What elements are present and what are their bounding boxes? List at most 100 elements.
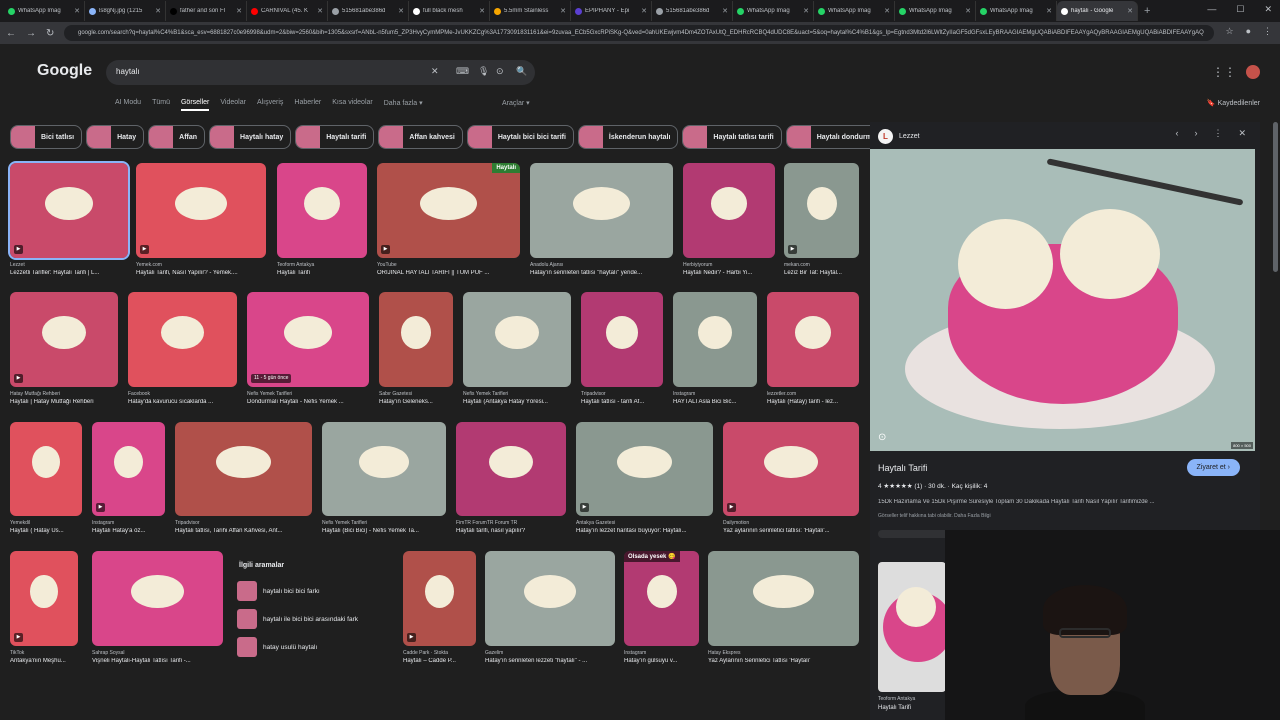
filter-tab[interactable]: Videolar <box>220 99 246 111</box>
result-title[interactable]: Hatay'ın gülsuyu v... <box>624 658 699 664</box>
image-result[interactable]: Instagram HAYTALI Asla Bici Bic... <box>673 292 757 415</box>
result-title[interactable]: Haytalı | Hatay Mutfağı Rehberi <box>10 399 118 405</box>
browser-tab[interactable]: WhatsApp Imag ✕ <box>814 1 895 21</box>
image-result[interactable]: Sabır Gazetesi Hatay'ın Geleneks... <box>379 292 453 415</box>
chip[interactable]: Affan kahvesi <box>378 125 463 149</box>
result-thumbnail[interactable]: 11 - 5 gün önce <box>247 292 369 387</box>
minimize-icon[interactable]: — <box>1207 4 1216 15</box>
tab-close-icon[interactable]: ✕ <box>965 7 971 15</box>
result-thumbnail[interactable] <box>581 292 663 387</box>
result-title[interactable]: Hatay'ın serinleten lezzeti "haytalı" - … <box>485 658 615 664</box>
result-title[interactable]: Haytalı Tarifi, Nasıl Yapılır? - Yemek..… <box>136 270 266 276</box>
saved-link[interactable]: 🔖 Kaydedilenler <box>1207 99 1260 107</box>
clear-icon[interactable]: ✕ <box>431 66 439 77</box>
panel-source[interactable]: L Lezzet <box>878 129 920 144</box>
bookmark-star-icon[interactable]: ☆ <box>1225 26 1233 37</box>
image-result[interactable]: FimTR ForumTR Forum TR Haytalı tarifi, na… <box>456 422 566 544</box>
result-title[interactable]: Lezzetli Tarifler: Haytalı Tarifi | L... <box>10 270 128 276</box>
image-result[interactable]: ▶ Antakya Gazetesi Hatay'ın lezzet haritas… <box>576 422 713 544</box>
result-title[interactable]: Yaz Aylarının Serinletici Tatlısı 'Hayta… <box>708 658 859 664</box>
image-result[interactable]: Herbiyiyorum Haytalı Nedir? - Harbi Yi... <box>683 163 775 286</box>
result-title[interactable]: Hatay'da kavurucu sıcaklarda ... <box>128 399 237 405</box>
image-result[interactable]: Olsada yesek 😋 Instagram Hatay'ın gülsuyu … <box>624 551 699 674</box>
filter-tab[interactable]: Tümü <box>152 99 170 111</box>
result-thumbnail[interactable]: Haytalı ▶ <box>377 163 520 258</box>
image-result[interactable]: ▶ Dailymotion Yaz aylarının serinletici ta… <box>723 422 859 544</box>
image-result[interactable]: 11 - 5 gün önce Nefis Yemek Tarifleri Dond… <box>247 292 369 415</box>
result-title[interactable]: Vişneli Haytalı-Haytalı Tatlısı Tarifi -… <box>92 658 223 664</box>
image-result[interactable]: ▶ Cadde Park · Stokta Haytalı – Cadde P... <box>403 551 476 674</box>
browser-tab[interactable]: haytalı - Google ✕ <box>1057 1 1138 21</box>
result-title[interactable]: Leziz Bir Tat: Haytal... <box>784 270 859 276</box>
result-thumbnail[interactable]: ▶ <box>10 292 118 387</box>
result-thumbnail[interactable] <box>708 551 859 646</box>
tab-close-icon[interactable]: ✕ <box>317 7 323 15</box>
image-result[interactable]: ▶ Hatay Mutfağı Rehberi Haytalı | Hatay Mu… <box>10 292 118 415</box>
filter-tab[interactable]: AI Modu <box>115 99 141 111</box>
browser-tab[interactable]: father and son Fl ✕ <box>166 1 247 21</box>
result-title[interactable]: Haytalı ( Hatay Us... <box>10 528 82 534</box>
search-box[interactable]: haytalı ✕ ⌨ 🎙 ⊙ 🔍 <box>106 60 535 85</box>
profile-icon[interactable]: ● <box>1246 26 1251 37</box>
image-result[interactable]: ▶ mekan.com Leziz Bir Tat: Haytal... <box>784 163 859 286</box>
result-title[interactable]: Haytalı Hatay'a öz... <box>92 528 165 534</box>
image-result[interactable]: Teoform Antakya Haytalı Tarifi <box>277 163 367 286</box>
tab-close-icon[interactable]: ✕ <box>1127 7 1133 15</box>
menu-icon[interactable]: ⋮ <box>1263 26 1272 37</box>
back-icon[interactable]: ← <box>6 28 16 39</box>
result-thumbnail[interactable] <box>379 292 453 387</box>
browser-tab[interactable]: full black mesh ✕ <box>409 1 490 21</box>
image-result[interactable]: Nefis Yemek Tarifleri Haytalı (Antakya Ha… <box>463 292 571 415</box>
result-thumbnail[interactable]: ▶ <box>8 161 130 260</box>
result-thumbnail[interactable] <box>10 422 82 516</box>
visit-button[interactable]: Ziyaret et › <box>1186 459 1240 476</box>
result-title[interactable]: Hatay'ın Geleneks... <box>379 399 453 405</box>
chip[interactable]: Affan <box>148 125 206 149</box>
image-result[interactable]: Haytalı ▶ YouTube ORİJİNAL HAYTALI TARİFİ |… <box>377 163 520 286</box>
url-field[interactable]: google.com/search?q=haytal%C4%B1&sca_esv… <box>64 25 1214 41</box>
result-title[interactable]: Haytalı tatlısı - tarifi Af... <box>581 399 663 405</box>
result-thumbnail[interactable] <box>767 292 859 387</box>
browser-tab[interactable]: EPIPHANY - Epi ✕ <box>571 1 652 21</box>
filter-tab[interactable]: Haberler <box>294 99 321 111</box>
chip[interactable]: Haytalı tarifi <box>295 125 375 149</box>
result-thumbnail[interactable] <box>485 551 615 646</box>
chip[interactable]: İskenderun haytalı <box>577 125 679 149</box>
lens-search-icon[interactable]: ⊙ <box>878 432 886 443</box>
filter-tab[interactable]: Daha fazla ▾ <box>384 99 423 111</box>
result-thumbnail[interactable] <box>322 422 446 516</box>
scrollbar[interactable] <box>1273 122 1278 272</box>
result-thumbnail[interactable]: ▶ <box>136 163 266 258</box>
result-thumbnail[interactable] <box>128 292 237 387</box>
result-thumbnail[interactable] <box>530 163 673 258</box>
avatar[interactable] <box>1246 65 1260 79</box>
result-title[interactable]: Yaz aylarının serinletici tatlısı: 'Hayt… <box>723 528 859 534</box>
image-result[interactable]: lezzetler.com Haytalı (Hatay) tarifi - le… <box>767 292 859 415</box>
search-input[interactable]: haytalı <box>116 67 140 76</box>
image-result[interactable]: Tripadvisor Haytalı tatlısı - tarifi Af..… <box>581 292 663 415</box>
result-title[interactable]: Haytalı (Hatay) tarifi - lez... <box>767 399 859 405</box>
browser-tab[interactable]: 515681abe386d ✕ <box>652 1 733 21</box>
result-thumbnail[interactable] <box>456 422 566 516</box>
panel-title[interactable]: Haytalı Tarifi <box>878 463 927 473</box>
browser-tab[interactable]: WhatsApp Imag ✕ <box>733 1 814 21</box>
tab-close-icon[interactable]: ✕ <box>560 7 566 15</box>
browser-tab[interactable]: WhatsApp Imag ✕ <box>976 1 1057 21</box>
related-item[interactable]: hatay usulü haytalı <box>233 633 393 661</box>
result-title[interactable]: ORİJİNAL HAYTALI TARİFİ || TÜM PÜF ... <box>377 270 520 276</box>
result-title[interactable]: Haytalı tatlısı, Tarihi Affan Kahvesi, A… <box>175 528 312 534</box>
image-result[interactable]: Gazelim Hatay'ın serinleten lezzeti "hayt… <box>485 551 615 674</box>
result-thumbnail[interactable] <box>277 163 367 258</box>
result-title[interactable]: Dondurmalı Haytalı - Nefis Yemek ... <box>247 399 369 405</box>
image-result[interactable]: Yemekdil Haytalı ( Hatay Us... <box>10 422 82 544</box>
lens-icon[interactable]: ⊙ <box>496 66 504 77</box>
tab-close-icon[interactable]: ✕ <box>803 7 809 15</box>
image-result[interactable]: Tripadvisor Haytalı tatlısı, Tarihi Affan… <box>175 422 312 544</box>
tab-close-icon[interactable]: ✕ <box>236 7 242 15</box>
tab-close-icon[interactable]: ✕ <box>884 7 890 15</box>
browser-tab[interactable]: 515681abe386d ✕ <box>328 1 409 21</box>
filter-tab[interactable]: Kısa videolar <box>332 99 372 111</box>
result-thumbnail[interactable]: ▶ <box>403 551 476 646</box>
image-result[interactable]: ▶ Lezzet Lezzetli Tarifler: Haytalı Tarifi… <box>8 161 130 286</box>
maximize-icon[interactable]: ☐ <box>1236 4 1244 15</box>
